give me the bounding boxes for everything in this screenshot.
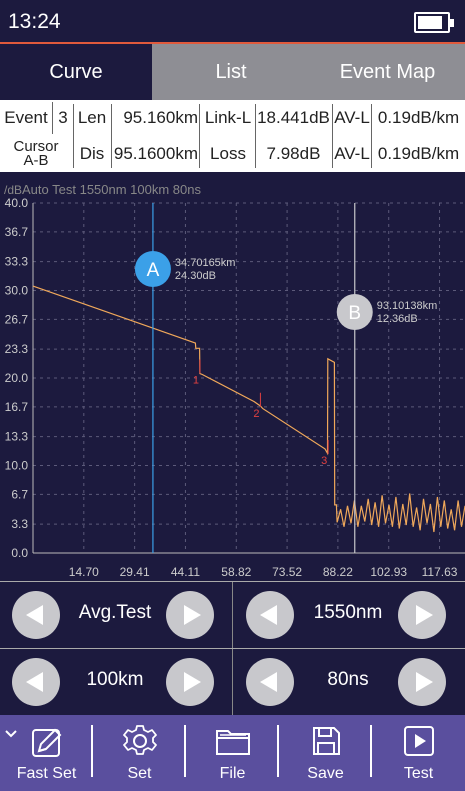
fast-set-icon (31, 728, 61, 757)
fast-set-button[interactable]: Fast Set (0, 715, 93, 791)
y-tick-label: 33.3 (5, 255, 29, 269)
event-label: 1 (193, 375, 199, 387)
play-icon (403, 726, 434, 756)
test-mode-value: Avg.Test (78, 602, 152, 623)
right-arrow-icon (416, 672, 433, 692)
status-bar: 13:24 (0, 0, 465, 44)
x-tick-label: 44.11 (171, 565, 200, 579)
left-arrow-icon (260, 672, 277, 692)
test-button[interactable]: Test (372, 715, 465, 791)
event-label: 2 (253, 408, 259, 420)
measurement-summary: Event 3 Len 95.160km Link-L 18.441dB AV-… (0, 100, 465, 172)
x-tick-label: 58.82 (221, 565, 251, 579)
y-tick-label: 13.3 (5, 430, 29, 444)
cursor-a-distance: 34.70165km (175, 257, 236, 269)
otdr-curve-chart[interactable]: /dBAuto Test 1550nm 100km 80ns 40.0 36.7 3… (0, 172, 465, 580)
control-row-2: 100km 80ns (0, 648, 465, 715)
cursor-label-bottom: A-B (23, 152, 49, 169)
range-prev-button[interactable] (12, 658, 60, 706)
x-tick-label: 117.63 (422, 565, 458, 579)
y-tick-label: 30.0 (5, 284, 29, 298)
test-label: Test (403, 765, 434, 782)
set-label: Set (127, 765, 152, 782)
avg-loss-value: 0.19dB/km (377, 108, 460, 127)
y-tick-label: 26.7 (5, 312, 29, 326)
link-loss-value: 18.441dB (257, 108, 330, 127)
y-tick-label: 10.0 (5, 459, 29, 473)
avg-loss-label: AV-L (334, 108, 370, 127)
cursor-label: Cursor A-B (2, 136, 70, 172)
tab-curve[interactable]: Curve (0, 44, 152, 100)
x-tick-label: 14.70 (69, 565, 99, 579)
chevron-down-icon (5, 730, 17, 738)
cursor-b-letter: B (348, 303, 361, 324)
pulse-width-prev-button[interactable] (246, 658, 294, 706)
y-tick-label: 3.3 (11, 517, 28, 531)
left-arrow-icon (260, 605, 277, 625)
cursor-a-level: 24.30dB (175, 270, 216, 282)
range-next-button[interactable] (166, 658, 214, 706)
tab-event-map[interactable]: Event Map (310, 44, 465, 100)
cursor-a-letter: A (147, 260, 160, 281)
distance-value: 95.1600km (113, 144, 198, 163)
folder-icon (215, 730, 250, 755)
x-tick-label: 73.52 (272, 565, 302, 579)
y-tick-label: 36.7 (5, 225, 29, 239)
distance-label: Dis (79, 144, 105, 163)
avg-test-next-button[interactable] (166, 591, 214, 639)
avg-loss-label-2: AV-L (334, 144, 370, 163)
cursor-b-distance: 93.10138km (377, 300, 438, 312)
set-button[interactable]: Set (93, 715, 186, 791)
view-tabs: Curve List Event Map (0, 44, 465, 100)
event-label: 3 (321, 455, 327, 467)
floppy-icon (312, 727, 340, 755)
length-label: Len (77, 108, 107, 127)
loss-label: Loss (210, 144, 246, 163)
x-tick-label: 88.22 (323, 565, 353, 579)
length-value: 95.160km (123, 108, 198, 127)
save-button[interactable]: Save (279, 715, 372, 791)
left-arrow-icon (26, 605, 43, 625)
wavelength-prev-button[interactable] (246, 591, 294, 639)
wavelength-next-button[interactable] (398, 591, 446, 639)
control-row-1: Avg.Test 1550nm (0, 581, 465, 648)
y-tick-label: 0.0 (11, 546, 28, 560)
save-label: Save (307, 765, 344, 782)
bottom-toolbar: Fast Set Set File Save Test (0, 715, 465, 791)
y-tick-label: 20.0 (5, 371, 29, 385)
file-label: File (219, 765, 246, 782)
y-tick-label: 40.0 (5, 196, 29, 210)
y-tick-label: 23.3 (5, 342, 29, 356)
avg-test-prev-button[interactable] (12, 591, 60, 639)
clock: 13:24 (8, 10, 61, 33)
x-tick-label: 102.93 (370, 565, 407, 579)
file-button[interactable]: File (186, 715, 279, 791)
link-loss-label: Link-L (204, 108, 252, 127)
fast-set-label: Fast Set (16, 765, 77, 782)
y-tick-label: 16.7 (5, 400, 29, 414)
pulse-width-value: 80ns (327, 669, 369, 690)
battery-icon (414, 12, 454, 33)
right-arrow-icon (184, 605, 201, 625)
wavelength-value: 1550nm (313, 602, 383, 623)
x-tick-label: 29.41 (120, 565, 150, 579)
avg-loss-value-2: 0.19dB/km (377, 144, 460, 163)
pulse-width-next-button[interactable] (398, 658, 446, 706)
chart-svg[interactable]: 40.036.733.330.026.723.320.016.713.310.0… (0, 172, 465, 580)
range-value: 100km (86, 669, 144, 690)
event-label: Event (4, 108, 48, 127)
left-arrow-icon (26, 672, 43, 692)
gear-icon (122, 725, 157, 755)
right-arrow-icon (184, 672, 201, 692)
y-tick-label: 6.7 (11, 487, 28, 501)
tab-list[interactable]: List (152, 44, 310, 100)
right-arrow-icon (416, 605, 433, 625)
loss-value: 7.98dB (266, 144, 321, 163)
cursor-b-level: 12.36dB (377, 313, 418, 325)
event-count: 3 (58, 108, 68, 127)
